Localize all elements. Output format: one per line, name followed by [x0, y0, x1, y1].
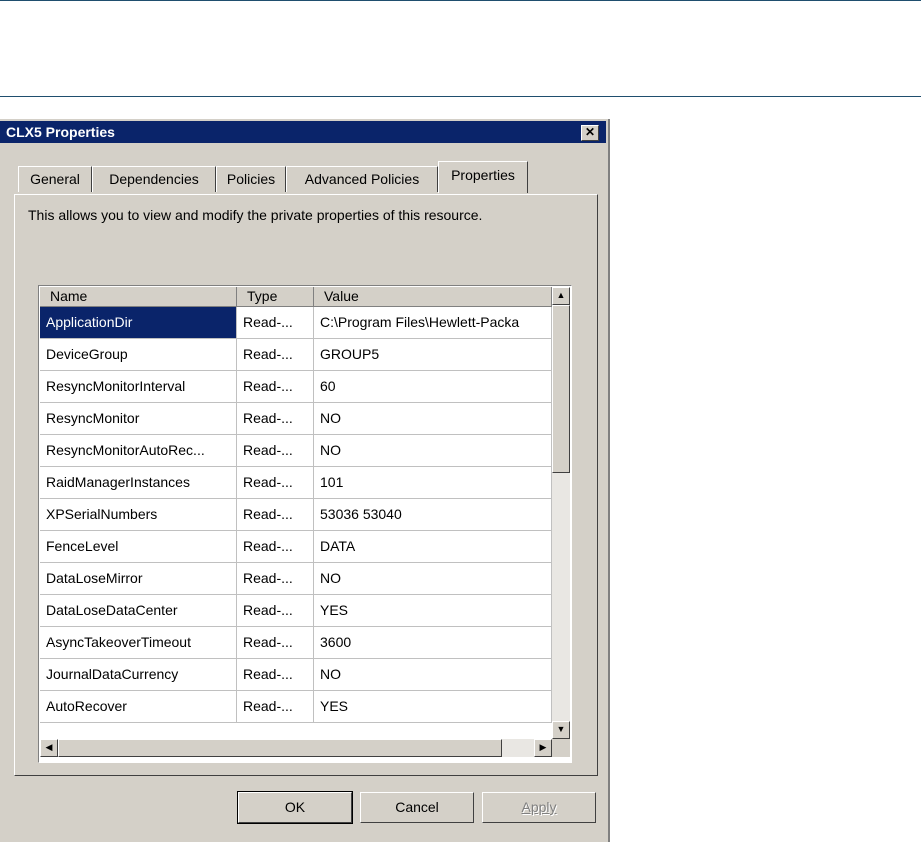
table-row[interactable]: JournalDataCurrency Read-... NO — [40, 659, 552, 691]
cell-type: Read-... — [237, 691, 314, 723]
top-divider — [0, 0, 921, 1]
tab-general[interactable]: General — [18, 166, 92, 192]
cell-value: NO — [314, 563, 552, 595]
cell-value: 101 — [314, 467, 552, 499]
horizontal-scrollbar[interactable]: ◀ ▶ — [40, 739, 552, 757]
column-header-type[interactable]: Type — [237, 287, 314, 307]
cell-value: NO — [314, 403, 552, 435]
cell-value: 60 — [314, 371, 552, 403]
cell-type: Read-... — [237, 403, 314, 435]
table-row[interactable]: AutoRecover Read-... YES — [40, 691, 552, 723]
panel-description: This allows you to view and modify the p… — [28, 207, 483, 223]
cell-name: RaidManagerInstances — [40, 467, 237, 499]
tab-dependencies[interactable]: Dependencies — [92, 166, 216, 192]
scroll-corner — [552, 739, 570, 757]
cell-type: Read-... — [237, 467, 314, 499]
tab-advanced-policies[interactable]: Advanced Policies — [286, 166, 438, 192]
cell-type: Read-... — [237, 595, 314, 627]
scroll-down-button[interactable]: ▼ — [552, 721, 570, 739]
cell-value: GROUP5 — [314, 339, 552, 371]
properties-list[interactable]: Name Type Value ApplicationDir Read-... C:… — [38, 285, 572, 763]
mid-divider — [0, 96, 921, 97]
cell-type: Read-... — [237, 531, 314, 563]
cell-name: ResyncMonitor — [40, 403, 237, 435]
close-button[interactable]: ✕ — [581, 125, 599, 141]
cell-name: XPSerialNumbers — [40, 499, 237, 531]
scroll-left-button[interactable]: ◀ — [40, 739, 58, 757]
cell-value: NO — [314, 435, 552, 467]
left-arrow-icon: ◀ — [45, 742, 53, 752]
table-row[interactable]: ApplicationDir Read-... C:\Program Files\H… — [40, 307, 552, 339]
cell-type: Read-... — [237, 563, 314, 595]
table-row[interactable]: ResyncMonitor Read-... NO — [40, 403, 552, 435]
table-row[interactable]: RaidManagerInstances Read-... 101 — [40, 467, 552, 499]
list-viewport: Name Type Value ApplicationDir Read-... C:… — [40, 287, 552, 739]
cell-name: ResyncMonitorAutoRec... — [40, 435, 237, 467]
table-row[interactable]: DataLoseMirror Read-... NO — [40, 563, 552, 595]
table-row[interactable]: DeviceGroup Read-... GROUP5 — [40, 339, 552, 371]
vertical-scroll-thumb[interactable] — [552, 305, 570, 473]
cell-name: DeviceGroup — [40, 339, 237, 371]
horizontal-scroll-thumb[interactable] — [58, 739, 502, 757]
table-row[interactable]: ResyncMonitorInterval Read-... 60 — [40, 371, 552, 403]
cell-value: YES — [314, 595, 552, 627]
cell-type: Read-... — [237, 339, 314, 371]
cell-name: DataLoseMirror — [40, 563, 237, 595]
title-bar[interactable]: CLX5 Properties ✕ — [0, 121, 606, 143]
cell-type: Read-... — [237, 659, 314, 691]
cell-type: Read-... — [237, 435, 314, 467]
cell-value: YES — [314, 691, 552, 723]
table-row[interactable]: XPSerialNumbers Read-... 53036 53040 — [40, 499, 552, 531]
close-icon: ✕ — [584, 125, 596, 139]
table-row[interactable]: DataLoseDataCenter Read-... YES — [40, 595, 552, 627]
up-arrow-icon: ▲ — [556, 290, 566, 300]
vertical-scrollbar[interactable]: ▲ ▼ — [552, 287, 570, 739]
cell-value: 3600 — [314, 627, 552, 659]
cell-value: C:\Program Files\Hewlett-Packa — [314, 307, 552, 339]
scroll-up-button[interactable]: ▲ — [552, 287, 570, 305]
cancel-button[interactable]: Cancel — [360, 792, 474, 823]
column-header-name[interactable]: Name — [40, 287, 237, 307]
cell-name: AsyncTakeoverTimeout — [40, 627, 237, 659]
cell-name: JournalDataCurrency — [40, 659, 237, 691]
apply-button[interactable]: Apply — [482, 792, 596, 823]
dialog-title: CLX5 Properties — [6, 124, 115, 140]
cell-type: Read-... — [237, 371, 314, 403]
cell-name: ResyncMonitorInterval — [40, 371, 237, 403]
right-arrow-icon: ▶ — [539, 742, 547, 752]
tab-properties[interactable]: Properties — [438, 161, 528, 193]
cell-value: 53036 53040 — [314, 499, 552, 531]
column-header-value[interactable]: Value — [314, 287, 552, 307]
cell-type: Read-... — [237, 499, 314, 531]
ok-button[interactable]: OK — [237, 791, 353, 824]
down-arrow-icon: ▼ — [556, 724, 566, 734]
cell-value: DATA — [314, 531, 552, 563]
cell-type: Read-... — [237, 627, 314, 659]
cell-name: AutoRecover — [40, 691, 237, 723]
tab-policies[interactable]: Policies — [216, 166, 286, 192]
cell-name: ApplicationDir — [40, 307, 237, 339]
cell-name: FenceLevel — [40, 531, 237, 563]
cell-value: NO — [314, 659, 552, 691]
cell-name: DataLoseDataCenter — [40, 595, 237, 627]
cell-type: Read-... — [237, 307, 314, 339]
table-row[interactable]: FenceLevel Read-... DATA — [40, 531, 552, 563]
table-row[interactable]: AsyncTakeoverTimeout Read-... 3600 — [40, 627, 552, 659]
scroll-right-button[interactable]: ▶ — [534, 739, 552, 757]
table-row[interactable]: ResyncMonitorAutoRec... Read-... NO — [40, 435, 552, 467]
